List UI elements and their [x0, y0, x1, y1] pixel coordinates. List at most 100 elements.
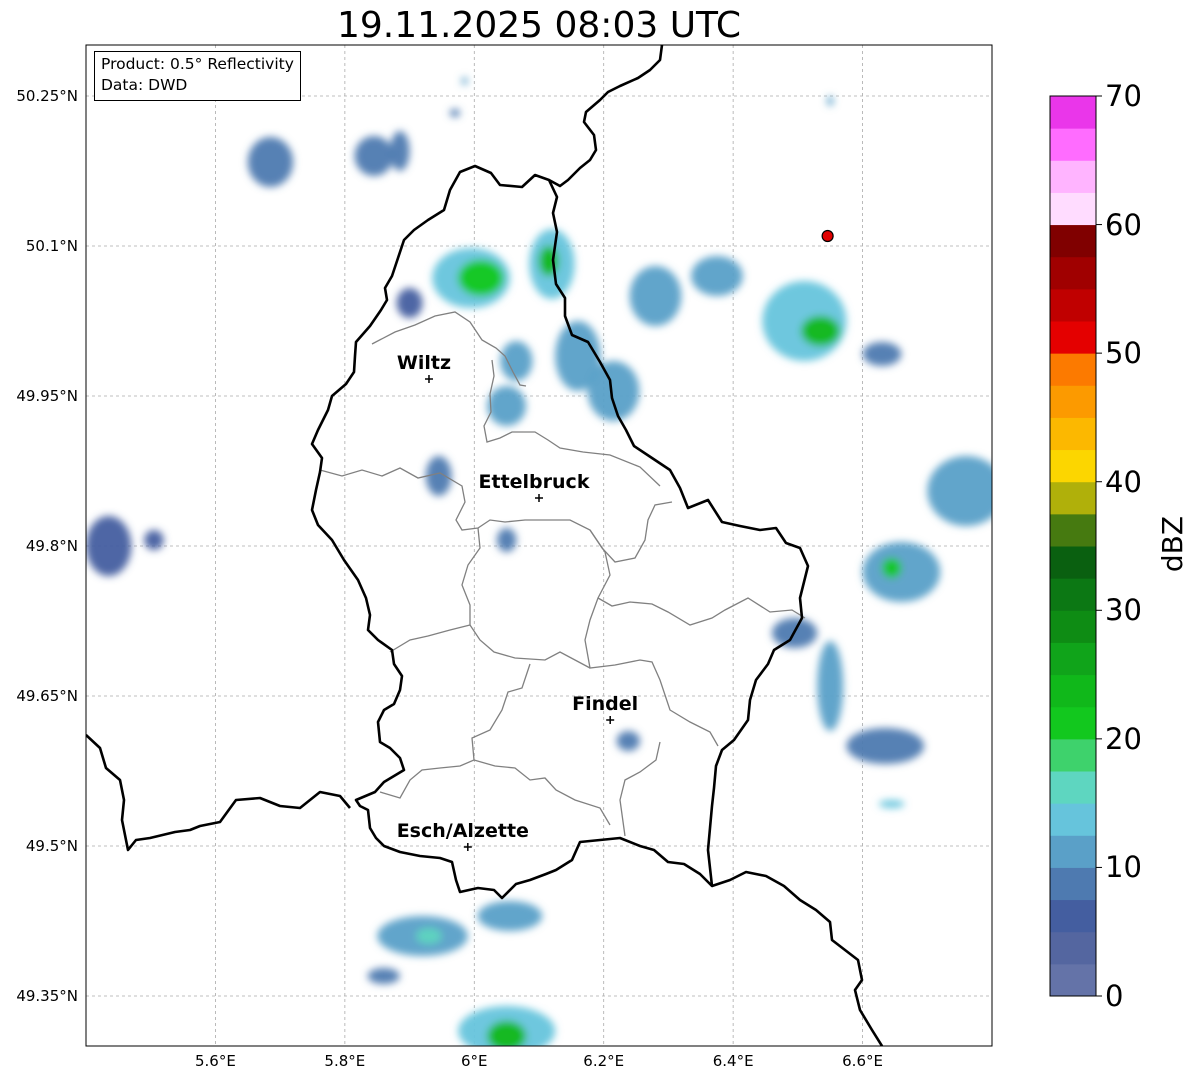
- radar-echo: [458, 260, 504, 296]
- colorbar-segment: [1050, 160, 1096, 193]
- data-source-label: Data: DWD: [101, 76, 188, 94]
- national-borders: [86, 45, 884, 1046]
- longitude-tick-label: 6.6°E: [842, 1052, 883, 1070]
- colorbar-segment: [1050, 771, 1096, 804]
- colorbar-segment: [1050, 899, 1096, 933]
- radar-echo: [354, 136, 394, 176]
- radar-echo: [587, 361, 640, 421]
- latitude-tick-label: 50.25°N: [16, 87, 78, 105]
- radar-echo: [927, 456, 992, 526]
- radar-site-marker[interactable]: [821, 229, 834, 243]
- latitude-tick-label: 50.1°N: [26, 237, 78, 255]
- france-germany-border: [711, 870, 884, 1046]
- radar-echo: [862, 342, 902, 366]
- radar-echo: [461, 77, 468, 85]
- radar-echo: [801, 316, 840, 346]
- city-label: Ettelbruck: [479, 471, 590, 493]
- canton-boundaries: [319, 311, 806, 837]
- colorbar-tick-label: 50: [1105, 336, 1142, 371]
- colorbar-segment: [1050, 449, 1096, 483]
- radar-echo: [878, 800, 905, 808]
- colorbar-segment: [1050, 610, 1096, 643]
- radar-echo: [817, 641, 844, 731]
- germany-belgium-border: [548, 45, 664, 188]
- france-belgium-border: [86, 734, 351, 852]
- colorbar-segment: [1050, 192, 1096, 226]
- colorbar-segment: [1050, 417, 1096, 451]
- colorbar-segment: [1050, 803, 1096, 836]
- colorbar-tick-label: 60: [1105, 207, 1142, 242]
- radar-echo: [496, 528, 517, 552]
- city-findel: Findel: [572, 693, 638, 724]
- latitude-tick-label: 49.5°N: [26, 837, 78, 855]
- colorbar-segment: [1050, 835, 1096, 868]
- colorbar-segment: [1050, 674, 1096, 708]
- radar-echo: [144, 530, 164, 550]
- radar-echo: [487, 386, 527, 426]
- colorbar-segment: [1050, 224, 1096, 258]
- city-wiltz: Wiltz: [397, 352, 451, 383]
- map-frame: [85, 44, 993, 1047]
- radar-echo: [862, 542, 941, 602]
- colorbar-segment: [1050, 642, 1096, 676]
- radar-echo-layer: [86, 77, 992, 1046]
- radar-echo: [416, 928, 442, 944]
- radar-map[interactable]: 5.6°E 5.8°E 6°E 6.2°E 6.4°E 6.6°E 50.25°N 50.1…: [0, 0, 1184, 1081]
- colorbar-tick-label: 40: [1105, 464, 1142, 499]
- longitude-tick-label: 6°E: [461, 1052, 488, 1070]
- latitude-tick-label: 49.8°N: [26, 537, 78, 555]
- radar-echo: [691, 256, 743, 296]
- radar-echo: [616, 731, 640, 751]
- radar-echo: [396, 288, 423, 318]
- radar-echo: [826, 96, 834, 106]
- colorbar-segment: [1050, 321, 1096, 354]
- latitude-tick-label: 49.95°N: [16, 387, 78, 405]
- colorbar-segment: [1050, 706, 1096, 740]
- colorbar-tick-label: 10: [1105, 850, 1142, 885]
- colorbar: [1050, 95, 1102, 997]
- latitude-tick-label: 49.35°N: [16, 987, 78, 1005]
- colorbar-segment: [1050, 96, 1096, 129]
- colorbar-segment: [1050, 385, 1096, 418]
- radar-echo: [846, 728, 925, 764]
- longitude-tick-labels: 5.6°E 5.8°E 6°E 6.2°E 6.4°E 6.6°E: [195, 1052, 883, 1070]
- latitude-tick-labels: 50.25°N 50.1°N 49.95°N 49.8°N 49.65°N 49.5°N 4…: [16, 87, 78, 1005]
- info-box: Product: 0.5° Reflectivity Data: DWD: [94, 51, 301, 101]
- colorbar-segment: [1050, 738, 1096, 772]
- colorbar-segment: [1050, 578, 1096, 611]
- gridlines: [86, 45, 992, 1046]
- city-label: Esch/Alzette: [397, 820, 529, 842]
- city-ettelbruck: Ettelbruck: [479, 471, 590, 502]
- radar-echo: [881, 558, 902, 578]
- colorbar-segment: [1050, 288, 1096, 322]
- colorbar-segment: [1050, 513, 1096, 547]
- latitude-tick-label: 49.65°N: [16, 687, 78, 705]
- longitude-tick-label: 6.4°E: [713, 1052, 754, 1070]
- radar-echo: [367, 968, 400, 984]
- longitude-tick-label: 6.2°E: [583, 1052, 624, 1070]
- colorbar-segment: [1050, 546, 1096, 579]
- colorbar-tick-label: 0: [1105, 979, 1124, 1013]
- longitude-tick-label: 5.8°E: [324, 1052, 365, 1070]
- colorbar-segment: [1050, 481, 1096, 515]
- radar-echo: [449, 109, 461, 117]
- colorbar-tick-label: 70: [1105, 79, 1142, 113]
- colorbar-tick-label: 30: [1105, 593, 1142, 628]
- colorbar-label: dBZ: [1156, 515, 1184, 573]
- radar-echo: [247, 137, 294, 187]
- colorbar-tick-label: 20: [1105, 721, 1142, 756]
- radar-echo: [500, 341, 533, 381]
- city-label: Wiltz: [397, 352, 451, 374]
- radar-echo: [477, 901, 543, 931]
- radar-echo: [390, 131, 410, 171]
- colorbar-segment: [1050, 931, 1096, 965]
- product-label: Product: 0.5° Reflectivity: [101, 55, 294, 73]
- radar-echo: [86, 516, 132, 576]
- colorbar-segment: [1050, 353, 1096, 386]
- colorbar-segment: [1050, 128, 1096, 161]
- longitude-tick-label: 5.6°E: [195, 1052, 236, 1070]
- city-markers: Wiltz Ettelbruck Findel Esch/Alzette: [397, 352, 638, 851]
- colorbar-segment: [1050, 867, 1096, 901]
- radar-echo: [629, 266, 682, 326]
- colorbar-segment: [1050, 256, 1096, 290]
